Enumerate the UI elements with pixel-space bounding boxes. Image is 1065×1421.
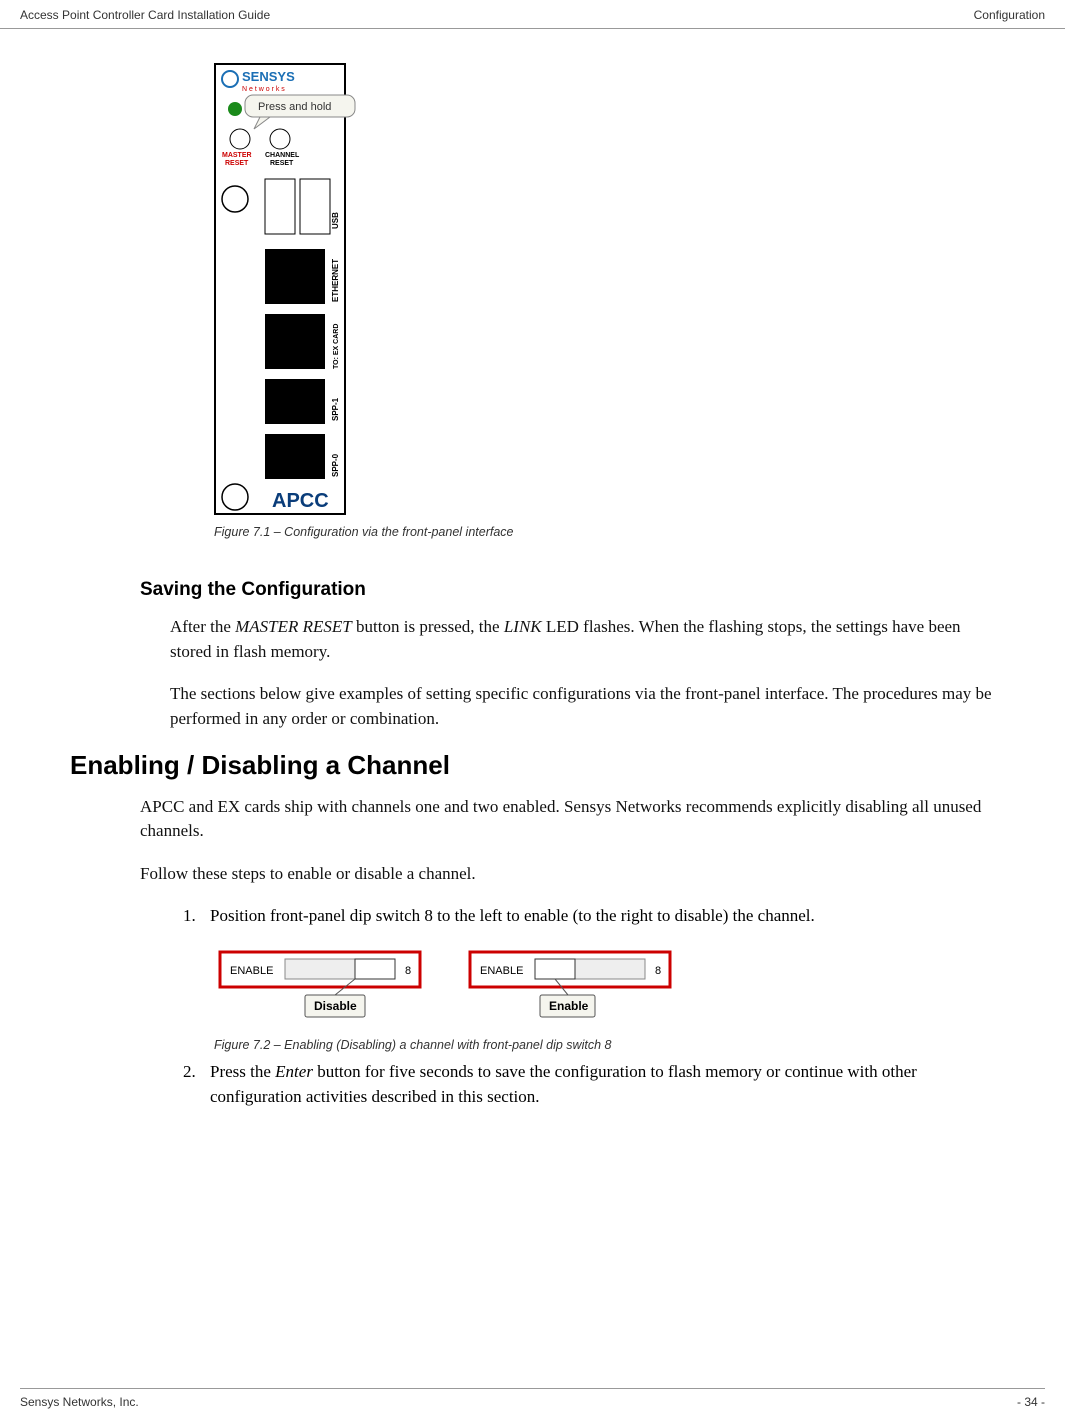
steps-list-continued: Press the Enter button for five seconds … <box>200 1060 995 1109</box>
heading-saving-configuration: Saving the Configuration <box>140 579 995 601</box>
ethernet-label: ETHERNET <box>331 259 340 302</box>
text-fragment: button is pressed, the <box>352 617 504 636</box>
text-fragment: After the <box>170 617 235 636</box>
figure-7-1-caption: Figure 7.1 – Configuration via the front… <box>214 525 995 539</box>
spp0-label: SPP-0 <box>331 453 340 477</box>
dip-switch-diagram: ENABLE 8 Disable ENABLE 8 Enable <box>210 947 710 1027</box>
paragraph-follow-steps: Follow these steps to enable or disable … <box>140 862 995 887</box>
switch-num-right: 8 <box>655 965 661 977</box>
figure-7-2-caption: Figure 7.2 – Enabling (Disabling) a chan… <box>214 1038 995 1052</box>
page-header: Access Point Controller Card Installatio… <box>0 0 1065 29</box>
enable-label-right: ENABLE <box>480 965 523 977</box>
paragraph-after-master-reset: After the MASTER RESET button is pressed… <box>170 615 995 664</box>
apcc-logo: APCC <box>272 490 329 512</box>
tooltip-text: Press and hold <box>258 101 331 113</box>
excard-label: TO: EX CARD <box>333 324 340 369</box>
text-fragment: Press the <box>210 1062 275 1081</box>
step-2: Press the Enter button for five seconds … <box>200 1060 995 1109</box>
enter-term: Enter <box>275 1062 313 1081</box>
figure-7-1: SENSYS N e t w o r k s Press and hold MA… <box>210 59 995 539</box>
text-fragment: button for five seconds to save the conf… <box>210 1062 917 1106</box>
header-left: Access Point Controller Card Installatio… <box>20 8 270 22</box>
brand-sub: N e t w o r k s <box>242 86 285 93</box>
footer-right: - 34 - <box>1017 1395 1045 1409</box>
page-content: SENSYS N e t w o r k s Press and hold MA… <box>0 29 1065 1147</box>
disable-button-label: Disable <box>314 999 357 1013</box>
page-footer: Sensys Networks, Inc. - 34 - <box>20 1388 1045 1409</box>
apcc-device-diagram: SENSYS N e t w o r k s Press and hold MA… <box>210 59 390 519</box>
channel-reset-label-2: RESET <box>270 160 294 167</box>
heading-enabling-disabling-channel: Enabling / Disabling a Channel <box>70 750 995 781</box>
paragraph-apcc-ex: APCC and EX cards ship with channels one… <box>140 795 995 844</box>
enable-button-label: Enable <box>549 999 589 1013</box>
steps-list: Position front-panel dip switch 8 to the… <box>200 904 995 929</box>
usb-label: USB <box>331 212 340 229</box>
enable-label-left: ENABLE <box>230 965 273 977</box>
master-reset-label-2: RESET <box>225 160 249 167</box>
spp1-label: SPP-1 <box>331 397 340 421</box>
footer-left: Sensys Networks, Inc. <box>20 1395 139 1409</box>
brand-text: SENSYS <box>242 69 295 84</box>
master-reset-term: MASTER RESET <box>235 617 352 636</box>
step-1: Position front-panel dip switch 8 to the… <box>200 904 995 929</box>
channel-reset-label-1: CHANNEL <box>265 152 300 159</box>
link-term: LINK <box>504 617 542 636</box>
switch-num-left: 8 <box>405 965 411 977</box>
master-reset-label-1: MASTER <box>222 152 252 159</box>
figure-7-2: ENABLE 8 Disable ENABLE 8 Enable Figure … <box>210 947 995 1052</box>
paragraph-sections-below: The sections below give examples of sett… <box>170 682 995 731</box>
header-right: Configuration <box>974 8 1045 22</box>
